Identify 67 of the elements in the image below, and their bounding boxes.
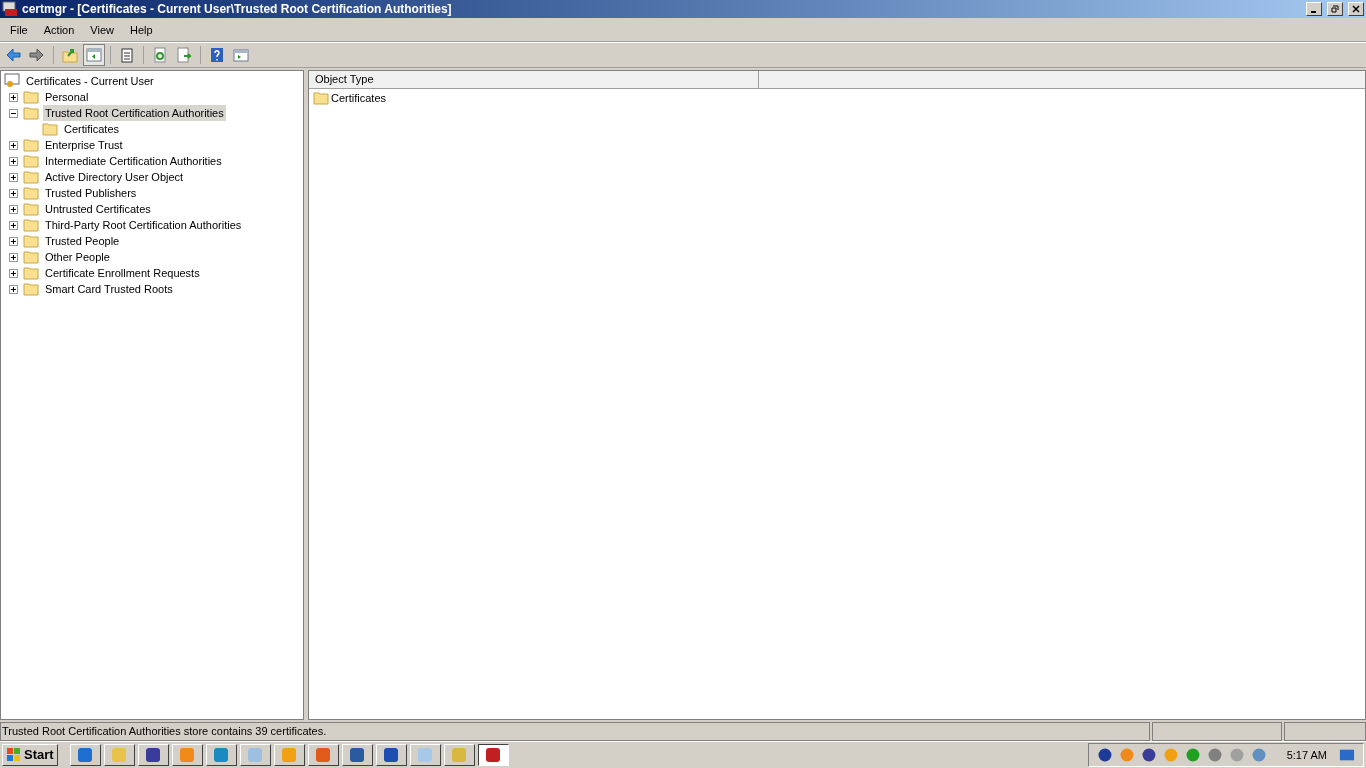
menu-item[interactable]: Action — [35, 22, 83, 39]
pane-toggle-button[interactable] — [83, 44, 105, 66]
close-icon — [1352, 5, 1360, 13]
expand-toggle[interactable] — [9, 140, 18, 150]
minus-icon — [11, 110, 16, 116]
tree-item[interactable]: Smart Card Trusted Roots — [43, 280, 175, 298]
expand-toggle[interactable] — [9, 236, 18, 246]
plus-icon — [11, 286, 16, 292]
tree-root[interactable]: Certificates - Current User — [26, 72, 154, 90]
expand-toggle[interactable] — [9, 252, 18, 262]
expand-toggle[interactable] — [9, 188, 18, 198]
expand-toggle[interactable] — [9, 220, 18, 230]
list-item[interactable]: Certificates — [331, 89, 387, 107]
expand-toggle[interactable] — [9, 268, 18, 278]
plus-icon — [11, 94, 16, 100]
clock: 5:17 AM — [1286, 747, 1327, 763]
refresh-icon — [152, 47, 168, 63]
certificate-icon — [4, 73, 22, 89]
menu-item[interactable]: File — [2, 22, 36, 39]
clipboard-icon — [119, 47, 135, 63]
help-icon — [209, 47, 225, 63]
windows-logo-icon — [6, 747, 22, 763]
tree-item[interactable]: Active Directory User Object — [43, 168, 186, 186]
plus-icon — [11, 206, 16, 212]
tree-item[interactable]: Trusted People — [43, 232, 122, 250]
collapse-toggle[interactable] — [9, 108, 18, 118]
plus-icon — [11, 222, 16, 228]
forward-arrow-icon — [29, 47, 45, 63]
plus-icon — [11, 142, 16, 148]
expand-toggle[interactable] — [9, 284, 18, 294]
window-title: certmgr - [Certificates - Current User\Trusted Root Certification Authorities] — [22, 1, 452, 18]
close-button[interactable] — [1348, 2, 1364, 16]
expand-toggle[interactable] — [9, 204, 18, 214]
tree-item[interactable]: Third-Party Root Certification Authorities — [43, 216, 244, 234]
start-button[interactable]: Start — [2, 744, 58, 766]
column-header[interactable]: Object Type — [309, 71, 759, 89]
tree-item[interactable]: Other People — [43, 248, 112, 266]
tree-item[interactable]: Untrusted Certificates — [43, 200, 153, 218]
minimize-button[interactable] — [1306, 2, 1322, 16]
back-arrow-icon — [5, 47, 21, 63]
tree-item[interactable]: Enterprise Trust — [43, 136, 125, 154]
tree-item[interactable]: Personal — [43, 88, 91, 106]
tree-item[interactable]: Certificates — [62, 120, 122, 138]
status-text: Trusted Root Certification Authorities store contains 39 certificates. — [0, 722, 1150, 741]
show-desktop-icon[interactable] — [1339, 747, 1355, 763]
expand-toggle[interactable] — [9, 172, 18, 182]
expand-toggle[interactable] — [9, 156, 18, 166]
plus-icon — [11, 190, 16, 196]
plus-icon — [11, 270, 16, 276]
pane-toggle-icon — [86, 47, 102, 63]
menu-item[interactable]: Help — [121, 22, 161, 39]
taskbar-button[interactable] — [477, 744, 509, 766]
window-pane-icon — [233, 47, 249, 63]
plus-icon — [11, 238, 16, 244]
restore-icon — [1331, 5, 1339, 13]
menu-item[interactable]: View — [82, 22, 122, 39]
plus-icon — [11, 158, 16, 164]
up-folder-icon — [62, 47, 78, 63]
restore-button[interactable] — [1327, 2, 1343, 16]
tree-item[interactable]: Trusted Root Certification Authorities — [43, 104, 226, 122]
tree-item[interactable]: Intermediate Certification Authorities — [43, 152, 224, 170]
plus-icon — [11, 254, 16, 260]
tree-item[interactable]: Certificate Enrollment Requests — [43, 264, 202, 282]
plus-icon — [11, 174, 16, 180]
tree-item[interactable]: Trusted Publishers — [43, 184, 139, 202]
export-list-icon — [176, 47, 192, 63]
expand-toggle[interactable] — [9, 92, 18, 102]
